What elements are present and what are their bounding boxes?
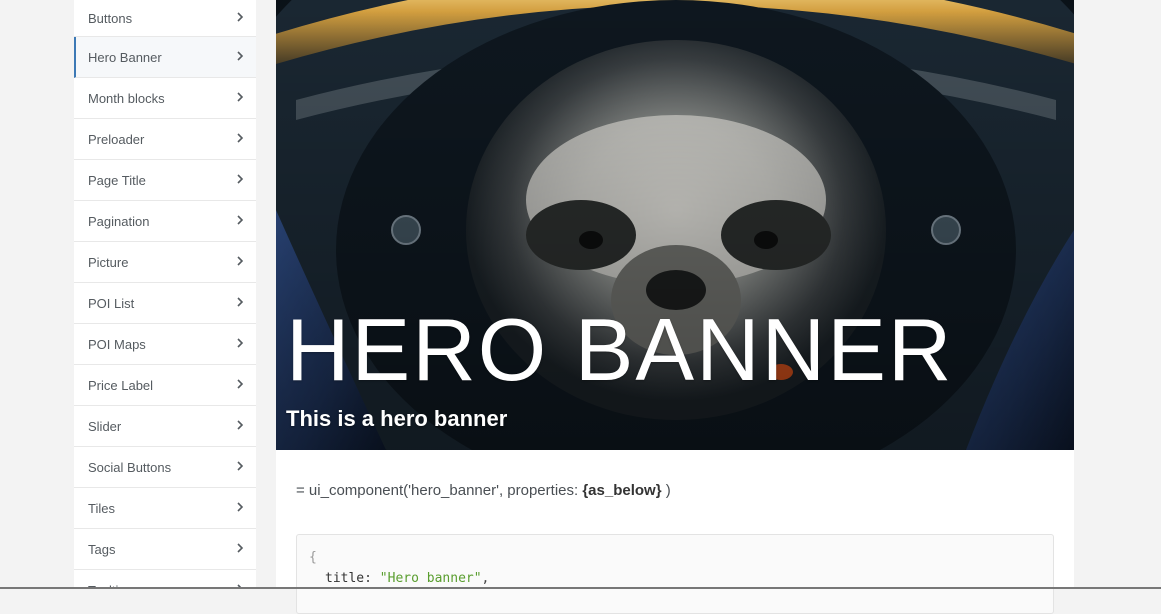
main-content: HERO BANNER This is a hero banner = ui_c… xyxy=(276,0,1074,614)
chevron-right-icon xyxy=(236,379,244,389)
sidebar-item-label: Month blocks xyxy=(88,90,165,106)
code-colon: : xyxy=(364,571,380,586)
code-value: "Hero banner" xyxy=(379,571,482,586)
code-line: title: "Hero banner", xyxy=(309,568,1041,589)
sidebar-item-label: POI Maps xyxy=(88,336,146,352)
chevron-right-icon xyxy=(236,297,244,307)
chevron-right-icon xyxy=(236,51,244,61)
chevron-right-icon xyxy=(236,256,244,266)
sidebar-item-label: Price Label xyxy=(88,377,154,393)
sidebar-item-hero-banner[interactable]: Hero Banner xyxy=(74,37,256,78)
sidebar-item-label: Picture xyxy=(88,254,129,270)
sidebar-item-poi-list[interactable]: POI List xyxy=(74,283,256,324)
sidebar-item-tags[interactable]: Tags xyxy=(74,529,256,570)
chevron-right-icon xyxy=(236,420,244,430)
sidebar-item-label: Tiles xyxy=(88,500,115,516)
code-open-brace: { xyxy=(309,550,317,565)
sidebar-item-label: Preloader xyxy=(88,131,145,147)
chevron-right-icon xyxy=(236,12,244,22)
hero-banner: HERO BANNER This is a hero banner xyxy=(276,0,1074,450)
sidebar-item-pagination[interactable]: Pagination xyxy=(74,201,256,242)
sidebar-item-label: POI List xyxy=(88,295,135,311)
hero-subtitle: This is a hero banner xyxy=(286,406,508,431)
sidebar-item-price-label[interactable]: Price Label xyxy=(74,365,256,406)
sidebar-item-tiles[interactable]: Tiles xyxy=(74,488,256,529)
usage-highlight: {as_below} xyxy=(582,482,662,499)
chevron-right-icon xyxy=(236,461,244,471)
chevron-right-icon xyxy=(236,215,244,225)
sidebar-nav: Buttons Hero Banner Month blocks Preloader P… xyxy=(74,0,256,589)
nav-list: Buttons Hero Banner Month blocks Preloader P… xyxy=(74,0,256,589)
sidebar-item-month-blocks[interactable]: Month blocks xyxy=(74,78,256,119)
chevron-right-icon xyxy=(236,133,244,143)
sidebar-item-label: Page Title xyxy=(88,172,146,188)
chevron-right-icon xyxy=(236,338,244,348)
sidebar-item-picture[interactable]: Picture xyxy=(74,242,256,283)
chevron-right-icon xyxy=(236,502,244,512)
sidebar-item-label: Social Buttons xyxy=(88,459,172,475)
chevron-right-icon xyxy=(236,174,244,184)
sidebar-item-page-title[interactable]: Page Title xyxy=(74,160,256,201)
code-block: { title: "Hero banner", xyxy=(296,534,1054,614)
sidebar-item-slider[interactable]: Slider xyxy=(74,406,256,447)
sidebar-item-label: Hero Banner xyxy=(88,49,162,65)
usage-suffix: ) xyxy=(661,482,671,499)
sidebar-item-social-buttons[interactable]: Social Buttons xyxy=(74,447,256,488)
usage-snippet: = ui_component('hero_banner', properties… xyxy=(296,482,671,499)
chevron-right-icon xyxy=(236,543,244,553)
sidebar-item-preloader[interactable]: Preloader xyxy=(74,119,256,160)
usage-prefix: = ui_component('hero_banner', properties… xyxy=(296,482,583,499)
sidebar-item-label: Pagination xyxy=(88,213,150,229)
code-comma: , xyxy=(481,571,490,586)
sidebar-item-label: Slider xyxy=(88,418,122,434)
sidebar-item-poi-maps[interactable]: POI Maps xyxy=(74,324,256,365)
sidebar-item-buttons[interactable]: Buttons xyxy=(74,0,256,37)
hero-title: HERO BANNER xyxy=(286,300,954,399)
code-key: title xyxy=(325,571,365,586)
chevron-right-icon xyxy=(236,92,244,102)
sidebar-item-label: Tags xyxy=(88,541,116,557)
sidebar-item-label: Buttons xyxy=(88,10,133,26)
